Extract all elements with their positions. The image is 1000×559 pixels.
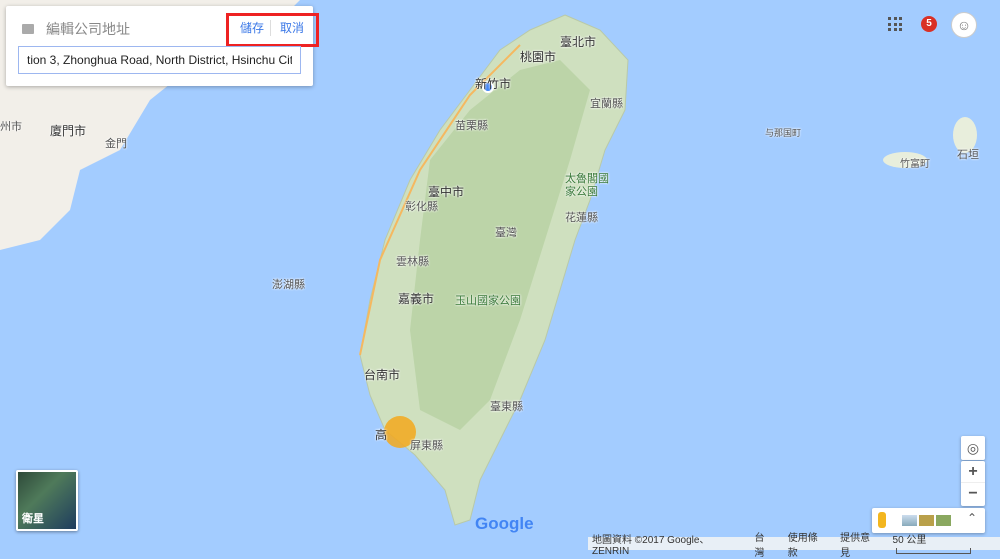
label-hsinchu: 新竹市 — [475, 77, 512, 91]
label-taketomi: 竹富町 — [900, 159, 930, 170]
label-yonaguni: 与那国町 — [765, 128, 802, 138]
label-penghu: 澎湖縣 — [272, 279, 305, 291]
map-footer: 地圖資料 ©2017 Google、ZENRIN 台灣 使用條款 提供意見 50… — [588, 533, 1000, 559]
scale-bar[interactable]: 50 公里 — [893, 531, 1000, 557]
zoom-control: + − — [961, 461, 985, 506]
label-taitung: 臺東縣 — [490, 401, 523, 413]
edit-address-panel: 編輯公司地址 儲存 取消 — [6, 6, 319, 86]
zoom-in-button[interactable]: + — [961, 461, 985, 483]
cancel-button[interactable]: 取消 — [280, 19, 304, 36]
label-hualien: 花蓮縣 — [565, 212, 598, 224]
divider — [270, 20, 271, 36]
imagery-thumb-2[interactable] — [919, 515, 934, 526]
save-button[interactable]: 儲存 — [240, 19, 264, 36]
imagery-thumb-3[interactable] — [936, 515, 951, 526]
label-yushan: 玉山國家公園 — [455, 295, 521, 307]
label-ishigaki: 石垣 — [957, 149, 979, 161]
label-taoyuan: 桃園市 — [520, 50, 557, 64]
scale-label: 50 公里 — [892, 534, 927, 546]
panel-title: 編輯公司地址 — [46, 21, 130, 37]
label-taipei: 臺北市 — [560, 35, 597, 49]
notifications-badge[interactable]: 5 — [921, 16, 937, 32]
zoom-out-button[interactable]: − — [961, 483, 985, 505]
label-tainan: 台南市 — [364, 368, 401, 382]
label-pingtung: 屏東縣 — [410, 440, 443, 452]
region-link[interactable]: 台灣 — [755, 529, 774, 559]
pegman-icon[interactable] — [878, 512, 886, 528]
map-data-attribution: 地圖資料 ©2017 Google、ZENRIN — [592, 534, 710, 557]
label-chiayi: 嘉義市 — [398, 292, 435, 306]
label-miaoli: 苗栗縣 — [455, 120, 488, 132]
apps-grid-icon[interactable] — [888, 17, 902, 31]
label-zhangzhou: 州市 — [0, 121, 22, 133]
label-taroko: 太魯閣國家公園 — [565, 173, 609, 198]
label-kaohsiung: 高 — [375, 428, 388, 442]
label-yunlin: 雲林縣 — [396, 256, 429, 268]
my-location-button[interactable]: ◎ — [961, 436, 985, 460]
imagery-thumb-1[interactable] — [902, 515, 917, 526]
feedback-link[interactable]: 提供意見 — [840, 529, 878, 559]
expand-chevron-icon[interactable]: ⌃ — [967, 511, 977, 525]
label-xiamen: 廈門市 — [50, 124, 87, 138]
briefcase-icon — [22, 24, 34, 34]
imagery-bar: ⌃ — [872, 508, 985, 533]
label-kinmen: 金門 — [105, 138, 127, 150]
label-yilan: 宜蘭縣 — [590, 98, 623, 110]
google-logo: Google — [475, 514, 534, 533]
terms-link[interactable]: 使用條款 — [788, 529, 826, 559]
location-target-icon: ◎ — [966, 440, 980, 456]
satellite-toggle[interactable]: 衛星 — [16, 470, 78, 531]
address-input[interactable] — [18, 46, 301, 74]
avatar[interactable]: ☺ — [951, 12, 977, 38]
satellite-label: 衛星 — [22, 513, 44, 525]
label-taiwan: 臺灣 — [495, 227, 517, 239]
label-changhua: 彰化縣 — [405, 201, 438, 213]
